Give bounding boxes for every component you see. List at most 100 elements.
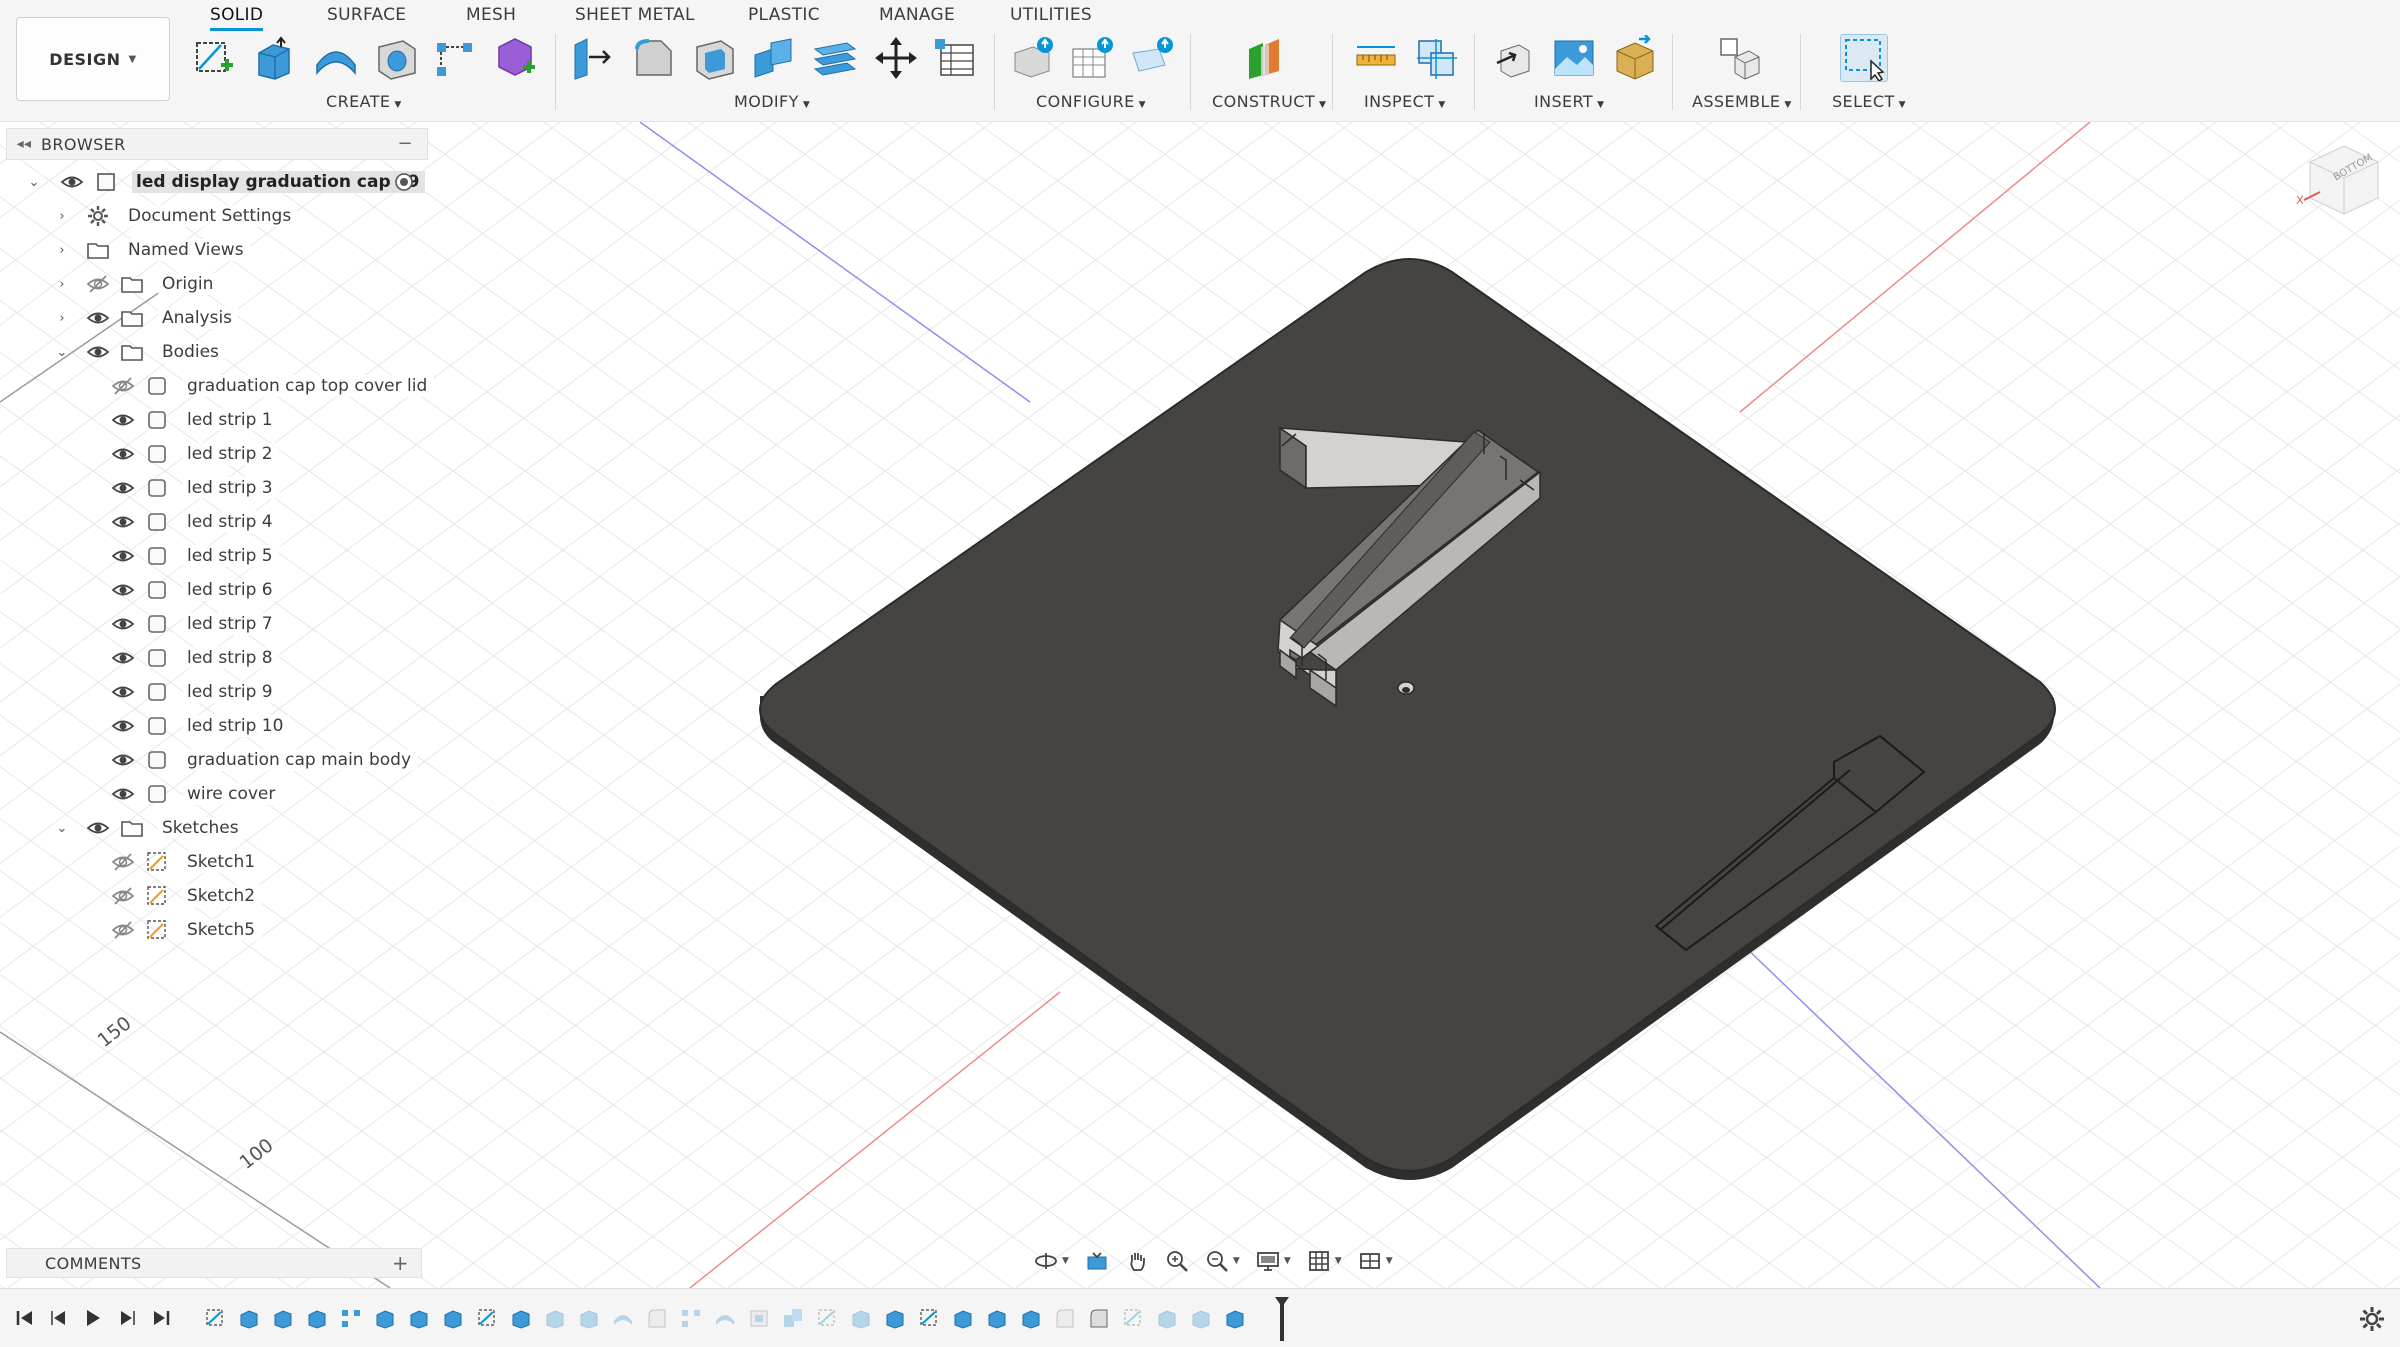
chevron-right-icon[interactable]: › — [54, 276, 70, 292]
press-pull-tool-icon[interactable] — [568, 34, 616, 82]
insert-canvas-icon[interactable] — [1550, 34, 1598, 82]
tree-item-sketches[interactable]: ⌄ Sketches — [0, 813, 430, 843]
look-at-icon[interactable] — [1081, 1248, 1113, 1274]
tab-solid[interactable]: SOLID — [210, 5, 264, 31]
tab-manage[interactable]: MANAGE — [879, 5, 955, 25]
eye-icon[interactable] — [109, 576, 137, 604]
tree-item-body[interactable]: wire cover — [0, 779, 430, 809]
split-body-tool-icon[interactable] — [810, 34, 858, 82]
chevron-right-icon[interactable]: › — [54, 310, 70, 326]
create-form-tool-icon[interactable] — [492, 34, 540, 82]
comments-panel[interactable]: COMMENTS + — [6, 1248, 422, 1278]
timeline-sketch-feature-icon[interactable] — [474, 1306, 500, 1330]
select-menu[interactable]: SELECT ▼ — [1832, 92, 1906, 111]
timeline-sketch-feature-icon[interactable] — [1120, 1306, 1146, 1330]
configuration-table-icon[interactable] — [1068, 34, 1116, 82]
configure-menu[interactable]: CONFIGURE ▼ — [1036, 92, 1146, 111]
tab-sheet-metal[interactable]: SHEET METAL — [575, 5, 695, 25]
tab-plastic[interactable]: PLASTIC — [748, 5, 820, 25]
measure-icon[interactable] — [1352, 34, 1400, 82]
step-forward-icon[interactable] — [114, 1305, 140, 1331]
timeline-sketch-feature-icon[interactable] — [202, 1306, 228, 1330]
tab-mesh[interactable]: MESH — [466, 5, 516, 25]
grid-settings-icon[interactable] — [1303, 1248, 1335, 1274]
tree-item-body[interactable]: graduation cap top cover lid — [0, 371, 434, 401]
eye-hidden-icon[interactable] — [84, 270, 112, 298]
timeline-sketch-feature-icon[interactable] — [916, 1306, 942, 1330]
zoom-icon[interactable] — [1161, 1248, 1193, 1274]
tree-item-body[interactable]: led strip 8 — [0, 643, 430, 673]
move-copy-icon[interactable] — [872, 34, 920, 82]
add-comment-icon[interactable]: + — [392, 1251, 409, 1275]
go-to-end-icon[interactable] — [148, 1305, 174, 1331]
timeline-extrude-feature-icon[interactable] — [406, 1306, 432, 1330]
timeline-pattern-feature-icon[interactable] — [678, 1306, 704, 1330]
timeline-extrude-feature-icon[interactable] — [1222, 1306, 1248, 1330]
shell-tool-icon[interactable] — [690, 34, 738, 82]
timeline-sketch-feature-icon[interactable] — [814, 1306, 840, 1330]
timeline-extrude-feature-icon[interactable] — [236, 1306, 262, 1330]
play-icon[interactable] — [80, 1305, 106, 1331]
eye-icon[interactable] — [109, 474, 137, 502]
timeline-shell-feature-icon[interactable] — [746, 1306, 772, 1330]
timeline-extrude-feature-icon[interactable] — [542, 1306, 568, 1330]
eye-icon[interactable] — [109, 610, 137, 638]
collapse-panel-icon[interactable]: ◂◂ — [7, 136, 41, 152]
tree-item-body[interactable]: led strip 5 — [0, 541, 430, 571]
chevron-right-icon[interactable]: › — [54, 208, 70, 224]
tree-item-body[interactable]: led strip 9 — [0, 677, 430, 707]
timeline-extrude-feature-icon[interactable] — [882, 1306, 908, 1330]
tree-item-sketch[interactable]: Sketch2 — [0, 881, 430, 911]
interference-icon[interactable] — [1412, 34, 1460, 82]
tree-item-body[interactable]: led strip 10 — [0, 711, 430, 741]
tree-item-body[interactable]: led strip 6 — [0, 575, 430, 605]
eye-icon[interactable] — [84, 304, 112, 332]
extrude-tool-icon[interactable] — [250, 34, 298, 82]
tree-item-document-settings[interactable]: › Document Settings — [0, 201, 430, 231]
insert-menu[interactable]: INSERT ▼ — [1534, 92, 1604, 111]
tree-item-sketch[interactable]: Sketch1 — [0, 847, 430, 877]
timeline-marker[interactable] — [1280, 1301, 1284, 1341]
tree-item-document[interactable]: ⌄ led display graduation cap v9 — [0, 167, 430, 197]
chevron-down-icon[interactable]: ▼ — [1233, 1256, 1240, 1266]
tree-item-analysis[interactable]: › Analysis — [0, 303, 430, 333]
viewports-icon[interactable] — [1354, 1248, 1386, 1274]
timeline-extrude-feature-icon[interactable] — [1018, 1306, 1044, 1330]
select-tool-icon[interactable] — [1840, 34, 1888, 82]
offset-plane-icon[interactable] — [1242, 34, 1290, 82]
hole-tool-icon[interactable] — [372, 34, 420, 82]
eye-hidden-icon[interactable] — [109, 882, 137, 910]
eye-icon[interactable] — [109, 644, 137, 672]
configure-tool-icon[interactable] — [1008, 34, 1056, 82]
fillet-tool-icon[interactable] — [630, 34, 678, 82]
minimize-icon[interactable]: − — [398, 133, 413, 154]
eye-icon[interactable] — [109, 542, 137, 570]
timeline-extrude-feature-icon[interactable] — [848, 1306, 874, 1330]
timeline-extrude-feature-icon[interactable] — [508, 1306, 534, 1330]
eye-icon[interactable] — [84, 338, 112, 366]
timeline-extrude-feature-icon[interactable] — [950, 1306, 976, 1330]
create-sketch-tool-icon[interactable] — [190, 34, 238, 82]
tab-surface[interactable]: SURFACE — [327, 5, 406, 25]
chevron-down-icon[interactable]: ▼ — [1335, 1256, 1342, 1266]
eye-icon[interactable] — [109, 508, 137, 536]
tree-item-origin[interactable]: › Origin — [0, 269, 430, 299]
timeline-extrude-feature-icon[interactable] — [304, 1306, 330, 1330]
timeline-fillet-feature-icon[interactable] — [644, 1306, 670, 1330]
timeline-revolve-feature-icon[interactable] — [610, 1306, 636, 1330]
timeline-extrude-feature-icon[interactable] — [440, 1306, 466, 1330]
eye-icon[interactable] — [109, 780, 137, 808]
tree-item-body[interactable]: led strip 3 — [0, 473, 430, 503]
assemble-menu[interactable]: ASSEMBLE ▼ — [1692, 92, 1792, 111]
modify-menu[interactable]: MODIFY ▼ — [734, 92, 810, 111]
configuration-theme-icon[interactable] — [1128, 34, 1176, 82]
pan-hand-icon[interactable] — [1121, 1248, 1153, 1274]
chevron-down-icon[interactable]: ▼ — [1062, 1256, 1069, 1266]
tree-item-body[interactable]: led strip 2 — [0, 439, 430, 469]
timeline-pattern-feature-icon[interactable] — [338, 1306, 364, 1330]
fit-view-icon[interactable] — [1201, 1248, 1233, 1274]
chevron-down-icon[interactable]: ⌄ — [54, 820, 70, 836]
tree-item-sketch[interactable]: Sketch5 — [0, 915, 430, 945]
eye-icon[interactable] — [109, 406, 137, 434]
eye-hidden-icon[interactable] — [109, 848, 137, 876]
